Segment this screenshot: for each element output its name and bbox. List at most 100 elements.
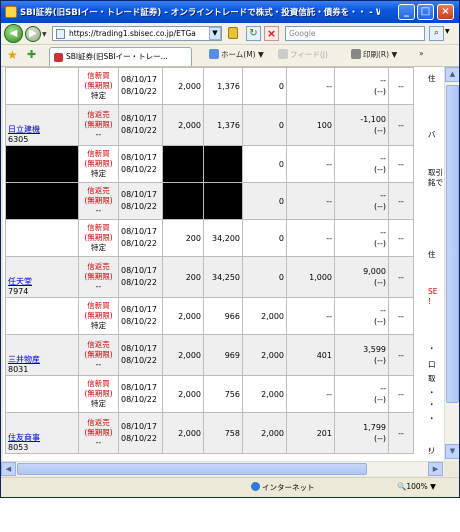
sidebar-snippet[interactable]: ・ <box>428 343 444 354</box>
quantity-cell: 2,000 <box>162 412 204 454</box>
sidebar-snippet[interactable]: 口 <box>428 359 444 370</box>
quantity-cell <box>162 182 204 220</box>
order-date: 08/10/17 <box>121 190 157 199</box>
more-commands-icon[interactable]: » <box>419 49 424 58</box>
order-type-line: (無期限) <box>84 233 113 242</box>
settle-date: 08/10/22 <box>121 165 157 174</box>
search-input[interactable]: Google <box>285 26 425 41</box>
maximize-button[interactable]: □ <box>417 4 434 20</box>
scroll-down-icon[interactable]: ▼ <box>445 444 459 459</box>
order-date: 08/10/17 <box>121 305 157 314</box>
table-row: 信新買 (無期限) 特定 08/10/17 08/10/22 0 -- -- (--) -- <box>5 145 414 183</box>
stock-code: 8031 <box>8 365 29 374</box>
sidebar-snippet[interactable]: ・ <box>428 413 444 424</box>
orders-table: 信新買 (無期限) 特定 08/10/17 08/10/22 2,000 1,376 0 -- -… <box>5 67 414 454</box>
extra-cell: -- <box>388 67 414 105</box>
order-type-line: 特定 <box>91 169 106 178</box>
search-options-icon[interactable]: ▼ <box>445 28 450 35</box>
scroll-up-icon[interactable]: ▲ <box>445 67 459 82</box>
vertical-scrollbar[interactable]: ▲ ▼ <box>444 67 459 461</box>
order-type-line: (無期限) <box>84 428 113 437</box>
refresh-icon[interactable]: ↻ <box>246 26 261 41</box>
stock-name-link[interactable]: 任天堂 <box>8 277 32 286</box>
date-cell: 08/10/17 08/10/22 <box>118 145 163 183</box>
stock-code: 8053 <box>8 443 29 452</box>
price-cell: 758 <box>203 412 243 454</box>
extra-cell: -- <box>388 297 414 335</box>
lock-icon[interactable] <box>228 27 238 39</box>
vertical-scroll-thumb[interactable] <box>446 85 459 403</box>
sidebar-snippet[interactable]: 取 <box>428 373 444 384</box>
sidebar-snippet[interactable]: 住 <box>428 249 444 260</box>
date-cell: 08/10/17 08/10/22 <box>118 334 163 376</box>
address-input[interactable]: https://trading1.sbisec.co.jp/ETGa <box>52 26 222 41</box>
zoom-level[interactable]: 🔍100% ▼ <box>397 482 436 491</box>
horizontal-scrollbar[interactable]: ◀ ▶ <box>1 461 444 476</box>
sidebar-snippet[interactable]: ! <box>428 297 444 306</box>
sidebar-snippet[interactable]: リ <box>428 445 444 456</box>
address-text: https://trading1.sbisec.co.jp/ETGa <box>69 29 196 38</box>
forward-button[interactable]: ▶ <box>25 26 41 42</box>
favorites-star-icon[interactable]: ★ <box>7 48 18 62</box>
settle-date: 08/10/22 <box>121 317 157 326</box>
executed-cell: 2,000 <box>242 375 287 413</box>
profit-loss-cell: -- (--) <box>334 145 389 183</box>
minimize-button[interactable]: _ <box>398 4 415 20</box>
sidebar-snippet[interactable]: ・ <box>428 399 444 410</box>
search-icon[interactable]: ⌕ <box>429 26 444 41</box>
stock-name-cell <box>5 145 79 183</box>
sidebar-snippet[interactable]: 住 <box>428 73 444 84</box>
home-button[interactable]: ホーム(M) ▼ <box>209 49 264 60</box>
order-date: 08/10/17 <box>121 227 157 236</box>
favorites-bar: ★ ✚ SBI証券(旧SBIイー・トレー... ホーム(M) ▼ フィード(J)… <box>1 45 459 67</box>
profit-loss-note: (--) <box>373 278 386 287</box>
profit-loss-cell: -- (--) <box>334 219 389 257</box>
horizontal-scroll-thumb[interactable] <box>17 463 367 475</box>
feeds-button[interactable]: フィード(J) <box>278 49 328 60</box>
stock-name-cell <box>5 297 79 335</box>
stock-code: 6305 <box>8 135 29 144</box>
profit-loss-note: (--) <box>373 165 386 174</box>
extra-cell: -- <box>388 219 414 257</box>
sidebar-snippet[interactable]: 銘で <box>428 177 444 188</box>
date-cell: 08/10/17 08/10/22 <box>118 67 163 105</box>
window-title: SBI証券(旧SBIイー・トレード証券) - オンライントレードで株式・投資信託… <box>20 8 380 18</box>
sidebar-snippet[interactable]: バ <box>428 129 444 140</box>
add-favorite-icon[interactable]: ✚ <box>27 48 36 61</box>
order-type-line: (無期限) <box>84 311 113 320</box>
stock-name-link[interactable]: 住友商事 <box>8 433 40 442</box>
quantity-cell: 2,000 <box>162 67 204 105</box>
profit-loss-value: -- <box>380 306 386 315</box>
tab-current[interactable]: SBI証券(旧SBIイー・トレー... <box>49 47 192 66</box>
back-button[interactable]: ◀ <box>4 24 23 43</box>
settle-date: 08/10/22 <box>121 126 157 135</box>
executed-cell: 0 <box>242 104 287 146</box>
order-date: 08/10/17 <box>121 114 157 123</box>
history-dropdown-icon[interactable]: ▼ <box>42 31 47 38</box>
scroll-right-icon[interactable]: ▶ <box>428 462 443 476</box>
scroll-left-icon[interactable]: ◀ <box>1 462 16 476</box>
settle-date: 08/10/22 <box>121 87 157 96</box>
quantity-cell: 2,000 <box>162 297 204 335</box>
address-dropdown-icon[interactable]: ▼ <box>209 27 221 40</box>
close-button[interactable]: × <box>437 4 454 20</box>
order-date: 08/10/17 <box>121 153 157 162</box>
sidebar-snippet[interactable]: SE <box>428 287 444 296</box>
executed-cell: 2,000 <box>242 297 287 335</box>
print-button[interactable]: 印刷(R) ▼ <box>351 49 397 60</box>
stock-name-link[interactable]: 日立建機 <box>8 125 40 134</box>
profit-loss-note: (--) <box>373 202 386 211</box>
extra-cell: -- <box>388 412 414 454</box>
profit-loss-value: 9,000 <box>363 267 386 276</box>
stock-name-link[interactable]: 三井物産 <box>8 355 40 364</box>
stop-icon[interactable]: × <box>264 26 279 41</box>
price-cell: 1,376 <box>203 104 243 146</box>
stock-name-cell <box>5 67 79 105</box>
globe-icon <box>251 482 260 491</box>
date-cell: 08/10/17 08/10/22 <box>118 219 163 257</box>
table-row: 信新買 (無期限) 特定 08/10/17 08/10/22 2,000 1,376 0 -- -… <box>5 67 414 105</box>
sidebar-snippet[interactable]: ・ <box>428 387 444 398</box>
quantity-cell: 2,000 <box>162 104 204 146</box>
table-row: 住友商事 8053 信返売 (無期限) -- 08/10/17 08/10/22 2,000 7… <box>5 412 414 454</box>
extra-cell: -- <box>388 182 414 220</box>
